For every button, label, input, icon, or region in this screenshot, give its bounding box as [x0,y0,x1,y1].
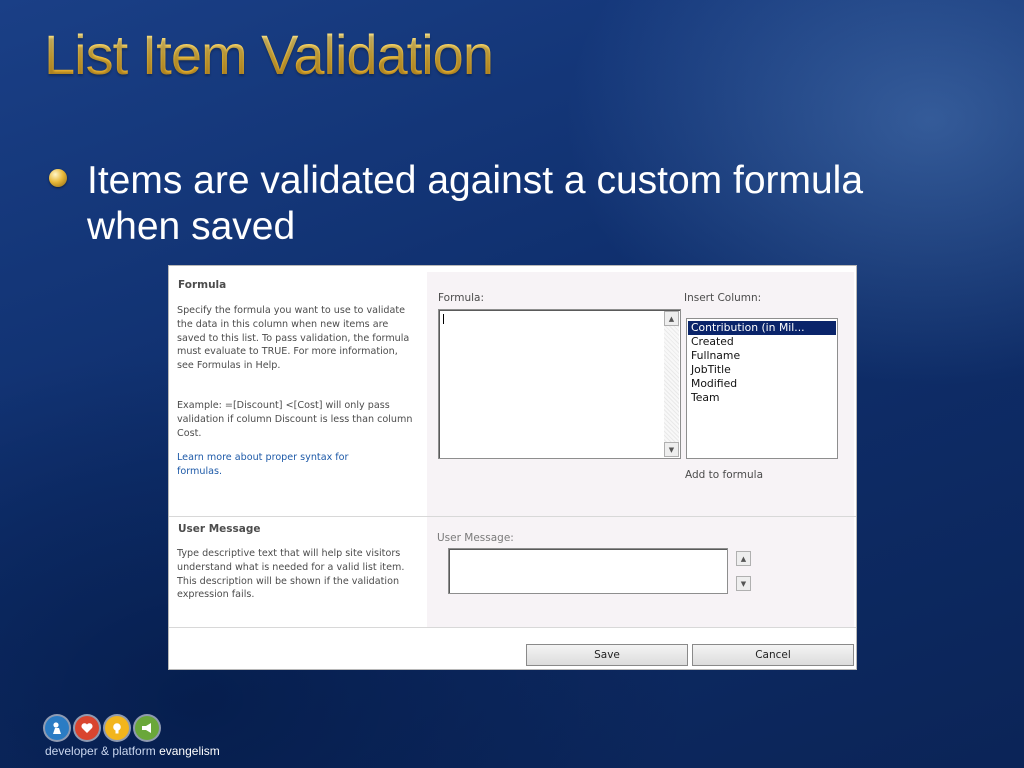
user-message-fields: User Message: ▲ ▼ [427,517,854,627]
column-option[interactable]: Modified [688,377,836,391]
add-to-formula-link[interactable]: Add to formula [685,469,763,481]
lightbulb-icon [105,716,129,740]
user-message-section: User Message Type descriptive text that … [169,517,856,627]
column-option[interactable]: Contribution (in Mil... [688,321,836,335]
formula-example: Example: =[Discount] <[Cost] will only p… [177,400,413,439]
scroll-down-arrow-icon[interactable]: ▼ [664,442,679,457]
formula-section-description: Specify the formula you want to use to v… [177,305,410,372]
scroll-up-arrow-icon[interactable]: ▲ [736,551,751,566]
section-divider [169,627,856,628]
user-message-info: User Message Type descriptive text that … [169,517,427,627]
scroll-up-arrow-icon[interactable]: ▲ [664,311,679,326]
footer-text-regular: developer & platform [45,744,156,758]
user-message-label: User Message: [437,532,514,544]
formula-textarea[interactable]: ▲ ▼ [438,309,681,459]
footer-text-bold: evangelism [159,744,220,758]
person-icon [45,716,69,740]
column-option[interactable]: JobTitle [688,363,836,377]
user-message-textarea[interactable]: ▲ ▼ [448,548,751,594]
column-option[interactable]: Fullname [688,349,836,363]
evangelism-logo [45,716,159,740]
scroll-down-arrow-icon[interactable]: ▼ [736,576,751,591]
text-caret [443,314,444,324]
formula-scrollbar[interactable]: ▲ ▼ [664,311,679,457]
column-option[interactable]: Team [688,391,836,405]
user-message-scrollbar[interactable]: ▲ ▼ [736,550,751,592]
user-message-section-title: User Message [178,523,261,535]
formula-section: Formula Specify the formula you want to … [169,272,856,517]
megaphone-icon [135,716,159,740]
save-button[interactable]: Save [526,644,688,666]
cancel-button[interactable]: Cancel [692,644,854,666]
heart-icon [75,716,99,740]
column-validation-panel: Formula Specify the formula you want to … [168,265,857,670]
user-message-description: Type descriptive text that will help sit… [177,548,405,601]
formula-section-info: Formula Specify the formula you want to … [169,272,427,517]
insert-column-label: Insert Column: [684,292,762,304]
gold-bullet-icon [49,169,67,187]
syntax-help-link[interactable]: Learn more about proper syntax for formu… [177,451,377,479]
formula-label: Formula: [438,292,484,304]
formula-section-fields: Formula: ▲ ▼ Insert Column: Contribution… [427,272,854,517]
formula-section-title: Formula [178,279,227,291]
bullet-text: Items are validated against a custom for… [87,159,864,248]
insert-column-listbox[interactable]: Contribution (in Mil... Created Fullname… [686,318,838,459]
column-option[interactable]: Created [688,335,836,349]
footer-branding: developer & platform evangelism [45,744,220,758]
slide-title: List Item Validation [44,23,494,86]
